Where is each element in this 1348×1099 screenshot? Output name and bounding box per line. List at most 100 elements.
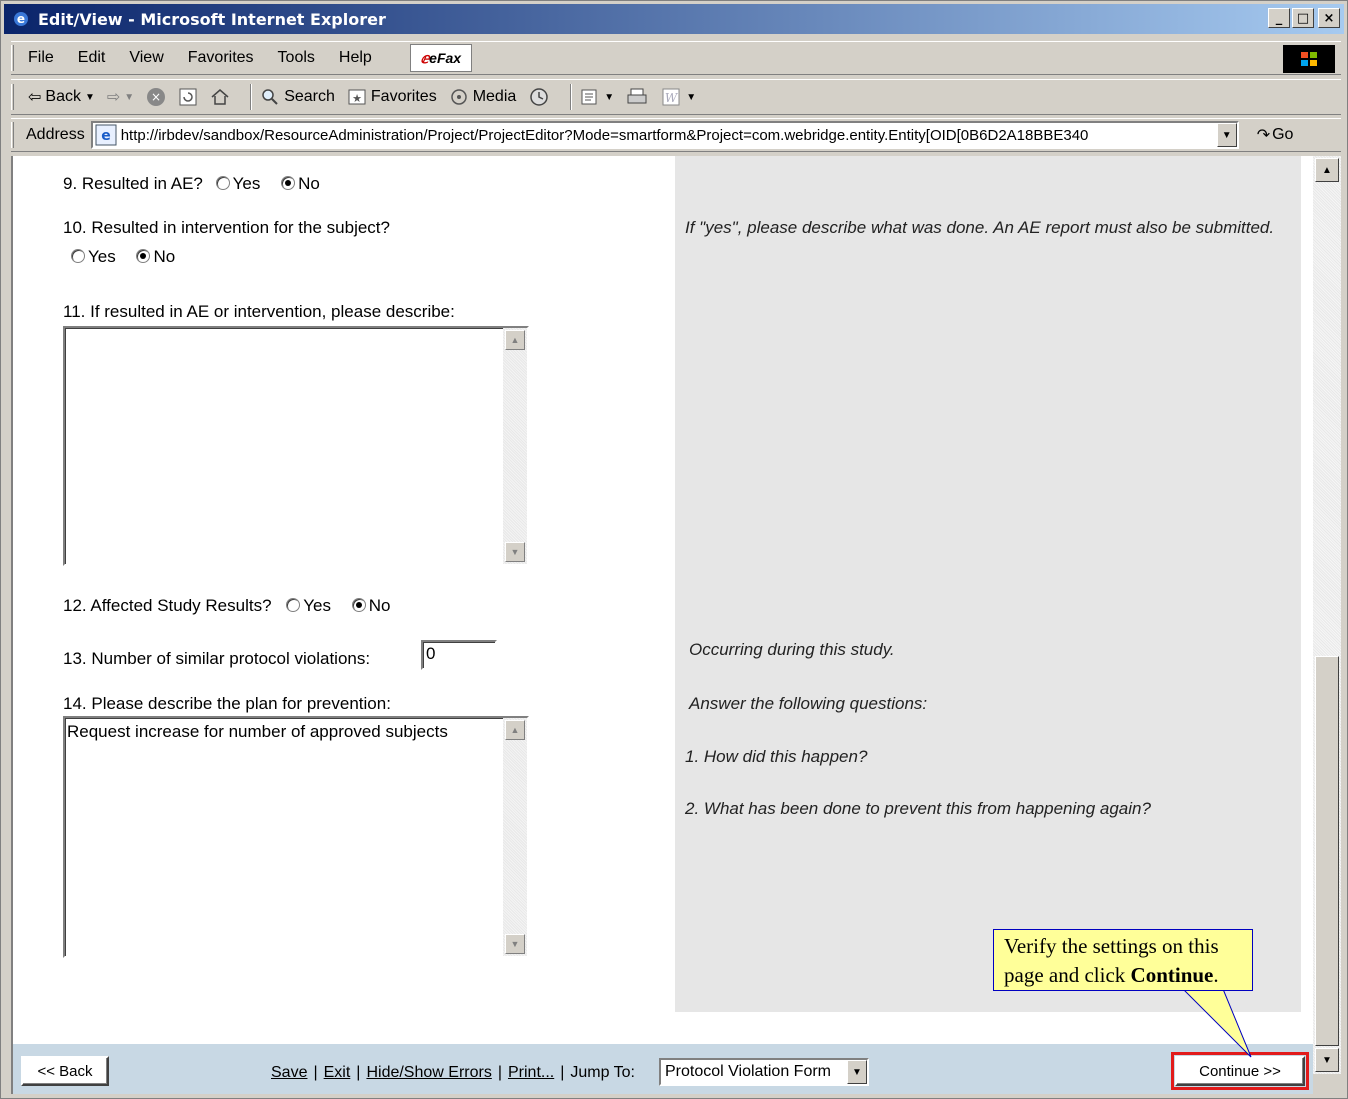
dropdown-arrow-icon[interactable]: ▼	[124, 92, 134, 103]
page-scrollbar[interactable]: ▲ ▼	[1313, 156, 1341, 1074]
minimize-button[interactable]: _	[1268, 8, 1290, 28]
form-navigation-bar: << Back Save | Exit | Hide/Show Errors |…	[11, 1044, 1313, 1094]
q10-no-radio[interactable]	[136, 249, 151, 263]
favorites-icon: ★	[348, 89, 366, 105]
q14-help-item-1: 1. How did this happen?	[685, 747, 868, 766]
windows-logo-icon	[1283, 45, 1335, 73]
standard-toolbar: ⇦ Back ▼ ⇨ ▼ × Search ★ Favorites Media	[11, 79, 1341, 115]
scroll-up-icon[interactable]: ▲	[505, 720, 525, 740]
dropdown-arrow-icon[interactable]: ▼	[604, 92, 614, 103]
go-button[interactable]: ↷ Go	[1257, 125, 1294, 145]
dropdown-arrow-icon[interactable]: ▼	[85, 92, 95, 103]
q14-label: 14. Please describe the plan for prevent…	[63, 694, 391, 713]
scroll-down-icon[interactable]: ▼	[505, 934, 525, 954]
mail-button[interactable]: ▼	[580, 87, 614, 107]
q11-label: 11. If resulted in AE or intervention, p…	[63, 302, 455, 321]
title-bar[interactable]: e Edit/View - Microsoft Internet Explore…	[4, 4, 1344, 34]
nav-links: Save | Exit | Hide/Show Errors | Print..…	[271, 1064, 635, 1082]
q9-yes-label: Yes	[232, 174, 261, 193]
edit-word-button[interactable]: W ▼	[660, 87, 696, 107]
q12-label: 12. Affected Study Results?	[63, 596, 272, 615]
stop-button[interactable]: ×	[146, 87, 166, 107]
q9-yes-radio[interactable]	[215, 176, 230, 190]
q10-options: Yes No	[71, 247, 175, 267]
q12-no-radio[interactable]	[351, 598, 366, 612]
q12-no-label: No	[368, 596, 391, 615]
menu-view[interactable]: View	[129, 49, 163, 67]
scroll-thumb[interactable]	[1315, 656, 1339, 1046]
q14-textarea[interactable]: Request increase for number of approved …	[63, 716, 529, 958]
close-button[interactable]: ×	[1318, 8, 1340, 28]
q14-scrollbar[interactable]: ▲ ▼	[503, 718, 527, 956]
q9-no-radio[interactable]	[281, 176, 296, 190]
hide-show-errors-link[interactable]: Hide/Show Errors	[366, 1064, 491, 1082]
media-button[interactable]: Media	[449, 87, 516, 107]
refresh-button[interactable]	[178, 87, 198, 107]
menu-favorites[interactable]: Favorites	[188, 49, 254, 67]
q10-label: 10. Resulted in intervention for the sub…	[63, 218, 390, 237]
exit-link[interactable]: Exit	[324, 1064, 351, 1082]
stop-icon: ×	[147, 88, 166, 106]
q10-yes-label: Yes	[88, 247, 116, 266]
toolbar-separator	[570, 84, 573, 110]
q9-row: 9. Resulted in AE? Yes No	[63, 174, 320, 194]
page-icon: e	[95, 124, 117, 146]
mail-icon	[581, 89, 597, 105]
q13-input[interactable]: 0	[421, 640, 497, 670]
favorites-button[interactable]: ★ Favorites	[347, 87, 437, 107]
search-button[interactable]: Search	[260, 87, 335, 107]
q12-row: 12. Affected Study Results? Yes No	[63, 596, 390, 616]
save-link[interactable]: Save	[271, 1064, 307, 1082]
forward-button[interactable]: ⇨ ▼	[107, 87, 134, 107]
toolbar-grip[interactable]	[11, 84, 14, 110]
dropdown-arrow-icon[interactable]: ▼	[686, 92, 696, 103]
menu-file[interactable]: File	[28, 49, 54, 67]
printer-icon	[627, 88, 647, 104]
q11-scrollbar[interactable]: ▲ ▼	[503, 328, 527, 564]
callout-pointer	[1182, 989, 1252, 1058]
q10-help-text: If "yes", please describe what was done.…	[685, 218, 1275, 237]
q10-yes-radio[interactable]	[71, 249, 85, 263]
home-icon	[211, 89, 229, 105]
home-button[interactable]	[210, 87, 230, 107]
refresh-icon	[179, 88, 197, 106]
q14-help-intro: Answer the following questions:	[689, 694, 928, 713]
scroll-down-icon[interactable]: ▼	[1315, 1048, 1339, 1072]
q13-label: 13. Number of similar protocol violation…	[63, 649, 371, 668]
page-content: 9. Resulted in AE? Yes No 10. Resulted i…	[11, 156, 1313, 1044]
print-link[interactable]: Print...	[508, 1064, 554, 1082]
back-form-button[interactable]: << Back	[21, 1056, 109, 1086]
jump-to-select[interactable]: Protocol Violation Form ▼	[659, 1058, 869, 1086]
scroll-up-icon[interactable]: ▲	[505, 330, 525, 350]
svg-text:W: W	[665, 91, 679, 105]
menu-help[interactable]: Help	[339, 49, 372, 67]
ie-icon: e	[10, 8, 32, 30]
address-label: Address	[26, 126, 85, 143]
svg-text:e: e	[101, 128, 111, 144]
svg-text:×: ×	[151, 90, 161, 104]
address-dropdown-icon[interactable]: ▼	[1216, 123, 1237, 147]
svg-text:★: ★	[352, 92, 362, 105]
jump-to-value: Protocol Violation Form	[665, 1063, 831, 1080]
toolbar-grip[interactable]	[11, 122, 14, 148]
efax-button[interactable]: ⅇ eFax	[409, 44, 472, 72]
toolbar-grip[interactable]	[11, 45, 14, 71]
menu-tools[interactable]: Tools	[278, 49, 315, 67]
chevron-down-icon[interactable]: ▼	[847, 1060, 867, 1084]
scroll-down-icon[interactable]: ▼	[505, 542, 525, 562]
jump-to-label: Jump To:	[570, 1064, 635, 1081]
word-icon: W	[662, 88, 680, 106]
q9-no-label: No	[298, 174, 320, 193]
history-button[interactable]	[528, 86, 550, 108]
menu-edit[interactable]: Edit	[78, 49, 106, 67]
q11-textarea[interactable]: ▲ ▼	[63, 326, 529, 566]
print-button[interactable]	[626, 87, 648, 107]
maximize-button[interactable]: □	[1292, 8, 1314, 28]
q13-help-text: Occurring during this study.	[689, 640, 895, 659]
toolbar-separator	[250, 84, 253, 110]
back-button[interactable]: ⇦ Back ▼	[28, 87, 95, 107]
history-icon	[530, 88, 549, 106]
scroll-up-icon[interactable]: ▲	[1315, 158, 1339, 182]
address-input[interactable]: e http://irbdev/sandbox/ResourceAdminist…	[90, 121, 1239, 149]
q12-yes-radio[interactable]	[286, 598, 301, 612]
